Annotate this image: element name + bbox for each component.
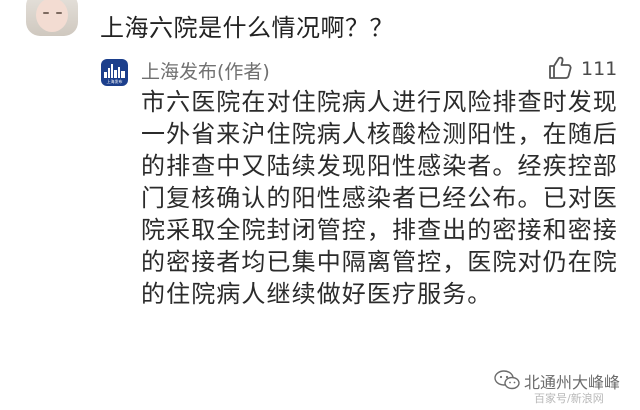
thumbs-up-icon[interactable] xyxy=(547,55,573,81)
avatar-eye-left xyxy=(43,12,49,14)
reply-author-name[interactable]: 上海发布(作者) xyxy=(141,57,270,84)
skyline-logo-icon xyxy=(104,64,125,78)
reply-text: 市六医院在对住院病人进行风险排查时发现一外省来沪住院病人核酸检测阳性，在随后的排… xyxy=(141,88,618,308)
watermark-subtitle: 百家号/新浪网 xyxy=(534,392,604,405)
like-count: 111 xyxy=(581,58,618,80)
avatar-face xyxy=(36,0,68,32)
avatar-eye-right xyxy=(56,12,62,14)
wechat-icon xyxy=(494,370,520,390)
reply-author-avatar[interactable]: 上海发布 xyxy=(101,59,128,86)
avatar-caption: 上海发布 xyxy=(106,79,123,84)
commenter-avatar[interactable] xyxy=(26,0,78,36)
comment-text: 上海六院是什么情况啊？？ xyxy=(100,14,394,42)
